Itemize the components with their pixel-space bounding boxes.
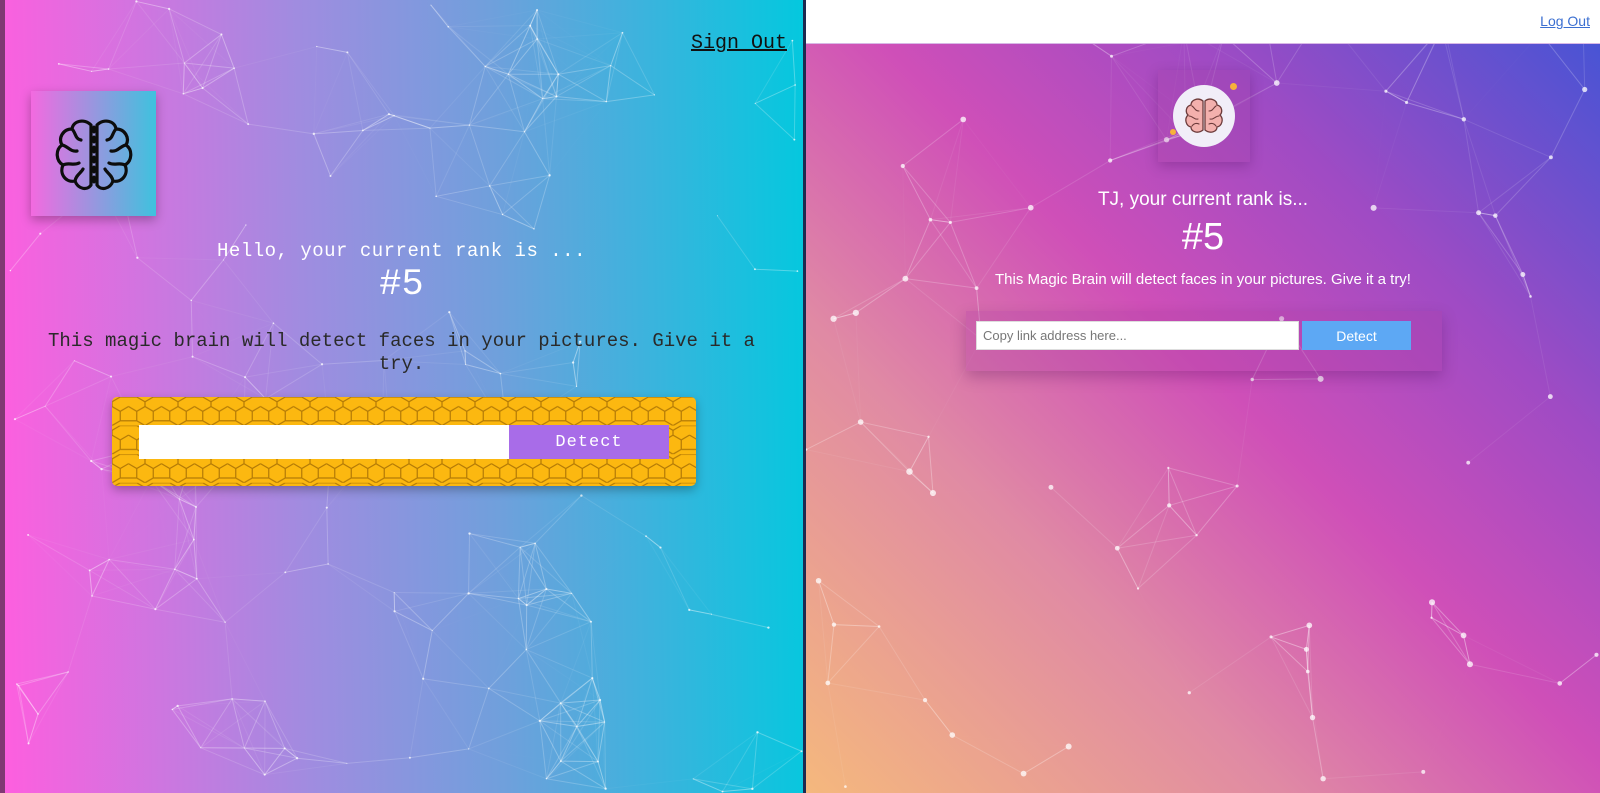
- rank-value: #5: [379, 264, 424, 306]
- rank-label: TJ, your current rank is...: [1097, 189, 1309, 210]
- image-url-input[interactable]: [139, 425, 509, 459]
- logo-tile[interactable]: [31, 91, 156, 216]
- image-link-form: Detect: [112, 397, 696, 486]
- brain-icon: [55, 118, 132, 190]
- rank-value: #5: [1181, 216, 1225, 258]
- detect-button[interactable]: Detect: [509, 425, 669, 459]
- instructions-text: This Magic Brain will detect faces in yo…: [995, 271, 1411, 288]
- navigation-bar: Log Out: [806, 0, 1600, 44]
- logo-sparkle: [1230, 83, 1237, 90]
- logo-sparkle: [1170, 129, 1176, 135]
- image-url-input[interactable]: [976, 321, 1299, 350]
- brain-icon: [1185, 98, 1223, 133]
- log-out-link[interactable]: Log Out: [1540, 13, 1590, 29]
- left-app-window: Sign Out Hello, your current rank is ...…: [0, 0, 803, 793]
- logo-tile[interactable]: [1158, 70, 1250, 162]
- logo-circle: [1170, 83, 1237, 147]
- sign-out-link[interactable]: Sign Out: [691, 32, 787, 55]
- right-app-window: Log Out TJ, your current rank is... #5 T…: [806, 0, 1600, 793]
- image-link-form: Detect: [966, 311, 1442, 371]
- instructions-text: This magic brain will detect faces in yo…: [48, 330, 755, 375]
- rank-label: Hello, your current rank is ...: [217, 240, 586, 262]
- detect-button[interactable]: Detect: [1302, 321, 1411, 350]
